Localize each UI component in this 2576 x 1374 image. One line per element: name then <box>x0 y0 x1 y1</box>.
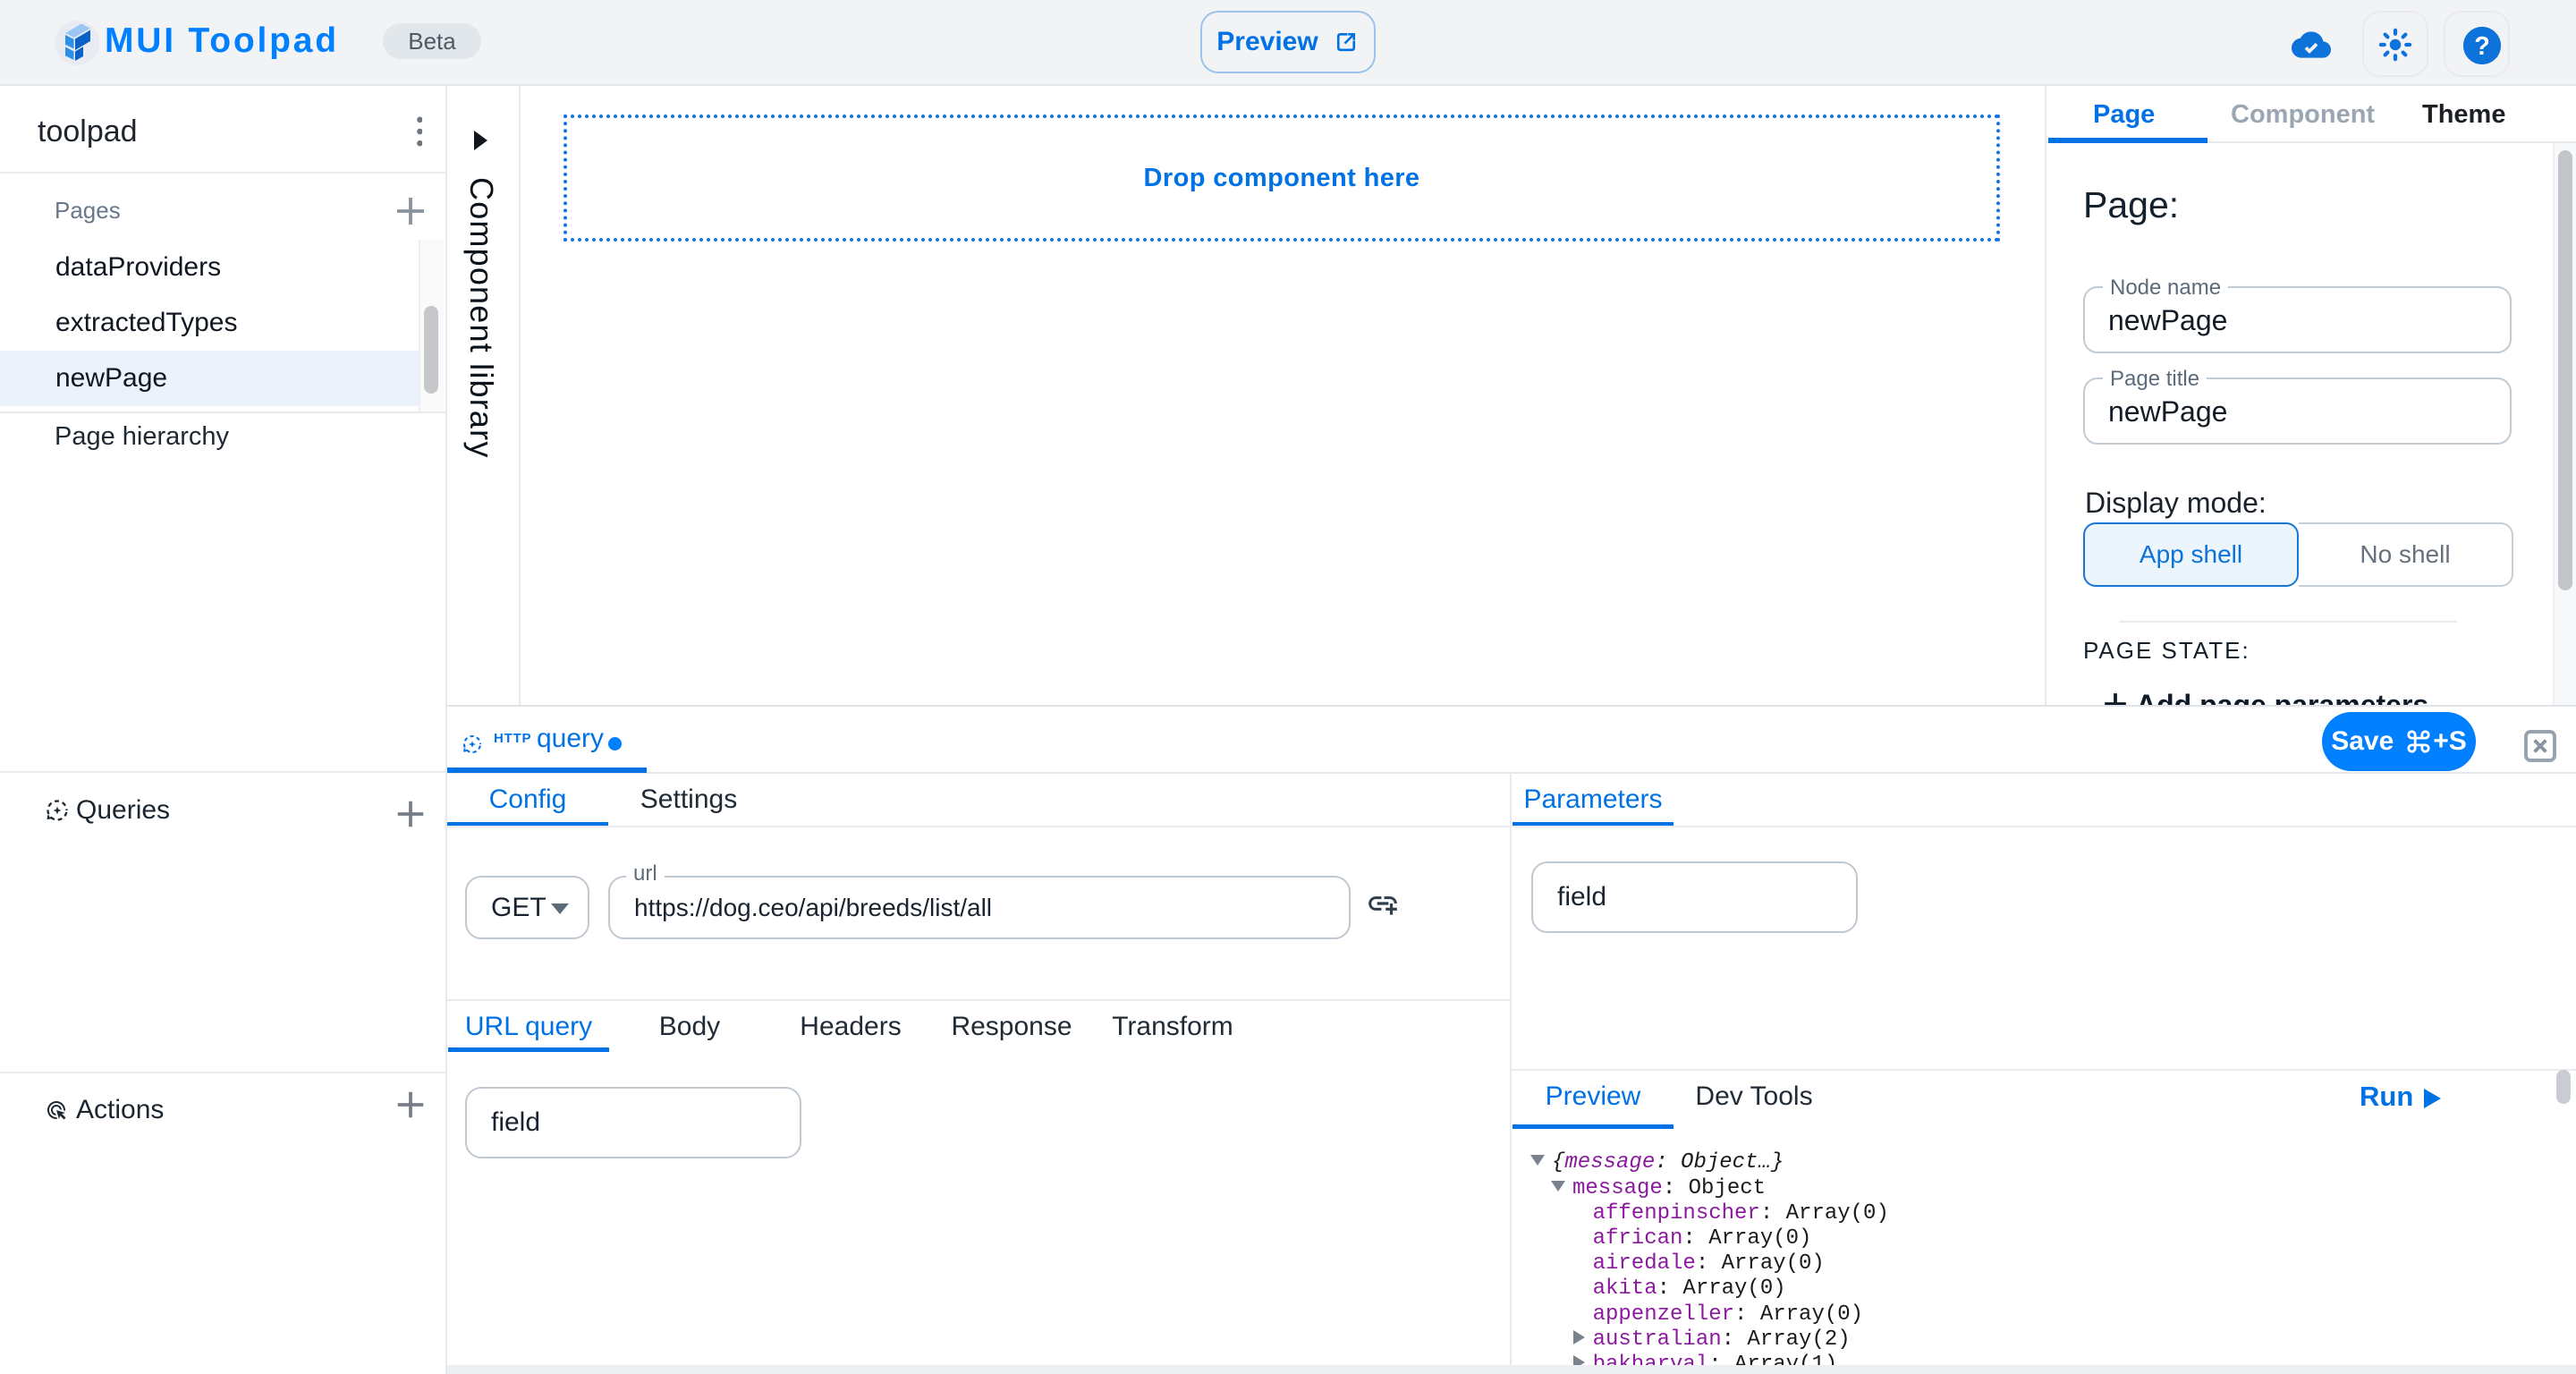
svg-text:?: ? <box>2474 32 2490 61</box>
